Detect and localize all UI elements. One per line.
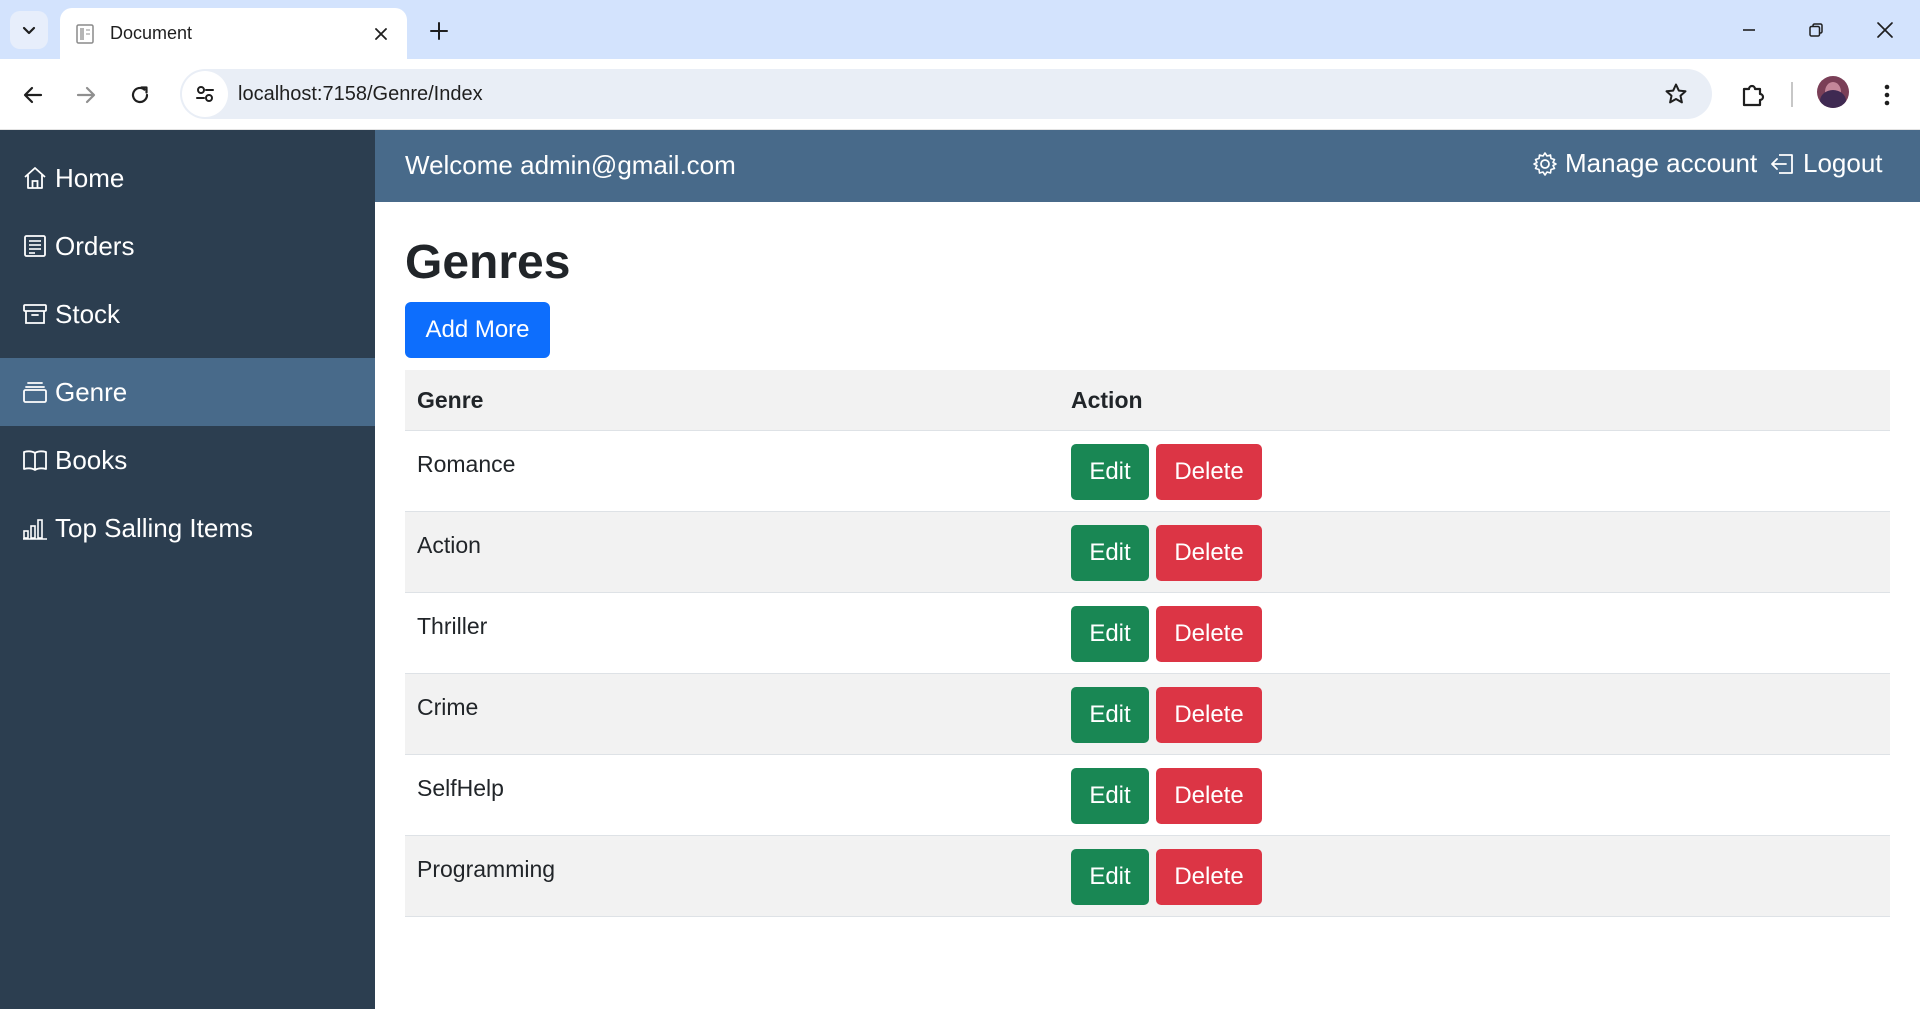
table-row: Thriller Edit Delete (405, 593, 1890, 674)
sidebar: Home Orders Stock Genre Books Top Sallin… (0, 130, 375, 1009)
browser-toolbar: localhost:7158/Genre/Index (0, 59, 1920, 130)
column-header-action: Action (1071, 386, 1143, 413)
genre-cell: Romance (417, 451, 516, 477)
tab-close-button[interactable] (369, 22, 393, 46)
toolbar-separator (1791, 82, 1793, 107)
new-tab-button[interactable] (424, 16, 454, 46)
logout-link[interactable]: Logout (1769, 148, 1883, 179)
table-row: Romance Edit Delete (405, 431, 1890, 512)
restore-icon (1809, 23, 1823, 37)
bookmark-button[interactable] (1656, 74, 1696, 114)
genres-table: Genre Action Romance Edit Delete Action … (405, 370, 1890, 917)
manage-account-link[interactable]: Manage account (1531, 148, 1757, 179)
manage-account-label: Manage account (1565, 148, 1758, 178)
sidebar-item-label: Stock (55, 298, 121, 329)
browser-menu-button[interactable] (1868, 76, 1906, 114)
edit-button[interactable]: Edit (1071, 768, 1149, 824)
column-header-genre: Genre (417, 386, 484, 413)
delete-button[interactable]: Delete (1156, 606, 1262, 662)
delete-button[interactable]: Delete (1156, 525, 1262, 581)
table-row: Action Edit Delete (405, 512, 1890, 593)
arrow-right-icon (76, 86, 96, 104)
delete-button[interactable]: Delete (1156, 768, 1262, 824)
receipt-icon (22, 233, 48, 259)
page-title: Genres (405, 236, 571, 289)
genre-cell: Action (417, 532, 481, 558)
edit-button[interactable]: Edit (1071, 606, 1149, 662)
arrow-left-icon (23, 86, 43, 104)
puzzle-icon (1742, 84, 1765, 107)
sidebar-item-label: Home (55, 162, 125, 193)
genre-cell: SelfHelp (417, 775, 504, 801)
table-row: SelfHelp Edit Delete (405, 755, 1890, 836)
delete-button[interactable]: Delete (1156, 849, 1262, 905)
browser-tab[interactable]: Document (60, 8, 407, 59)
chevron-down-icon (22, 26, 36, 35)
edit-button[interactable]: Edit (1071, 444, 1149, 500)
sidebar-item-genre[interactable]: Genre (0, 358, 375, 426)
reload-button[interactable] (121, 76, 159, 114)
url-text[interactable]: localhost:7158/Genre/Index (238, 83, 1656, 106)
genre-cell: Crime (417, 694, 479, 720)
tab-title: Document (110, 23, 193, 43)
logout-label: Logout (1803, 148, 1883, 178)
forward-button[interactable] (67, 76, 105, 114)
book-icon (22, 447, 48, 473)
minimize-icon (1743, 29, 1755, 31)
reload-icon (131, 86, 149, 104)
site-info-button[interactable] (182, 71, 228, 117)
delete-button[interactable]: Delete (1156, 444, 1262, 500)
edit-button[interactable]: Edit (1071, 525, 1149, 581)
sidebar-item-orders[interactable]: Orders (0, 212, 375, 280)
logout-icon (1769, 150, 1797, 178)
close-window-button[interactable] (1864, 12, 1906, 48)
add-more-button[interactable]: Add More (405, 302, 550, 358)
address-bar[interactable]: localhost:7158/Genre/Index (180, 69, 1712, 119)
sidebar-item-home[interactable]: Home (0, 144, 375, 212)
sidebar-item-books[interactable]: Books (0, 426, 375, 494)
sidebar-item-label: Books (55, 444, 128, 475)
more-vertical-icon (1884, 84, 1890, 106)
sidebar-item-stock[interactable]: Stock (0, 280, 375, 348)
welcome-text: Welcome admin@gmail.com (405, 150, 736, 180)
close-icon (375, 27, 387, 40)
table-row: Programming Edit Delete (405, 836, 1890, 917)
minimize-button[interactable] (1728, 12, 1770, 48)
sidebar-item-label: Top Salling Items (55, 512, 253, 543)
sidebar-item-label: Orders (55, 230, 135, 261)
tune-icon (196, 86, 214, 102)
genre-cell: Thriller (417, 613, 488, 639)
tab-search-button[interactable] (10, 11, 48, 49)
bar-chart-icon (22, 515, 48, 541)
plus-icon (430, 22, 448, 40)
archive-icon (22, 301, 48, 327)
star-icon (1665, 83, 1687, 104)
profile-avatar[interactable] (1817, 76, 1849, 108)
table-row: Crime Edit Delete (405, 674, 1890, 755)
sidebar-item-label: Genre (55, 376, 128, 407)
document-icon (74, 23, 96, 45)
gear-icon (1531, 150, 1559, 178)
sidebar-item-top-salling-items[interactable]: Top Salling Items (0, 494, 375, 562)
genre-cell: Programming (417, 856, 556, 882)
back-button[interactable] (14, 76, 52, 114)
extensions-button[interactable] (1734, 76, 1772, 114)
close-icon (1877, 22, 1893, 38)
table-header: Genre Action (405, 370, 1890, 431)
browser-tabstrip: Document (0, 0, 1920, 59)
edit-button[interactable]: Edit (1071, 687, 1149, 743)
restore-button[interactable] (1795, 12, 1837, 48)
app-header: Welcome admin@gmail.com Manage account L… (375, 130, 1920, 202)
delete-button[interactable]: Delete (1156, 687, 1262, 743)
house-icon (22, 165, 48, 191)
edit-button[interactable]: Edit (1071, 849, 1149, 905)
collection-icon (22, 379, 48, 405)
